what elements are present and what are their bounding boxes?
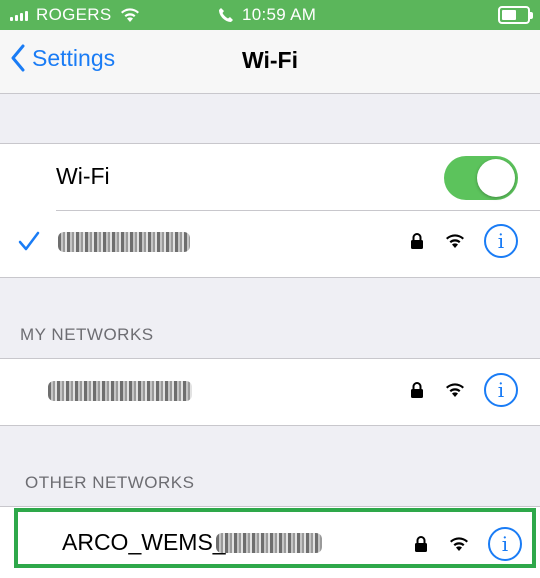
- redacted-network-name: [58, 232, 190, 252]
- toggle-knob: [477, 159, 515, 197]
- network-name: ARCO_WEMS_: [62, 529, 226, 555]
- battery-icon: [498, 6, 533, 24]
- redacted-network-name: [48, 381, 192, 401]
- lock-icon: [415, 536, 427, 552]
- my-network-row[interactable]: i: [0, 359, 540, 425]
- info-icon: i: [497, 378, 505, 402]
- connected-network-row[interactable]: i: [0, 210, 540, 276]
- wifi-label: Wi-Fi: [56, 163, 110, 189]
- wifi-status-icon: [121, 8, 140, 22]
- wifi-toggle-row: Wi-Fi: [0, 144, 540, 210]
- carrier-name: ROGERS: [36, 5, 112, 24]
- network-status-icons: i: [414, 527, 522, 561]
- phone-call-icon: [219, 8, 233, 22]
- wifi-group: Wi-Fi i: [0, 143, 540, 278]
- checkmark-icon: [18, 231, 40, 251]
- navigation-bar: Settings Wi-Fi: [0, 30, 540, 94]
- network-status-icons: i: [410, 373, 518, 407]
- signal-strength-icon: [10, 9, 28, 21]
- lock-icon: [411, 233, 423, 249]
- lock-icon: [411, 382, 423, 398]
- other-network-row[interactable]: ARCO_WEMS_ i: [0, 507, 540, 573]
- wifi-toggle[interactable]: [444, 156, 518, 200]
- network-status-icons: i: [410, 224, 518, 258]
- redacted-network-suffix: [216, 533, 322, 553]
- carrier-area: ROGERS: [10, 5, 141, 25]
- wifi-signal-icon: [446, 234, 464, 248]
- other-networks-group: ARCO_WEMS_ i: [0, 506, 540, 578]
- info-button[interactable]: i: [484, 373, 518, 407]
- wifi-signal-icon: [446, 383, 464, 397]
- my-networks-header: MY NETWORKS: [20, 325, 154, 344]
- info-icon: i: [501, 532, 509, 556]
- wifi-signal-icon: [450, 537, 468, 551]
- clock-area: 10:59 AM: [218, 5, 316, 25]
- info-button[interactable]: i: [484, 224, 518, 258]
- my-networks-group: i: [0, 358, 540, 426]
- info-button[interactable]: i: [488, 527, 522, 561]
- other-networks-header: OTHER NETWORKS: [25, 473, 195, 492]
- info-icon: i: [497, 229, 505, 253]
- status-bar: ROGERS 10:59 AM: [0, 0, 540, 30]
- page-title: Wi-Fi: [242, 47, 298, 73]
- status-time: 10:59 AM: [242, 5, 317, 24]
